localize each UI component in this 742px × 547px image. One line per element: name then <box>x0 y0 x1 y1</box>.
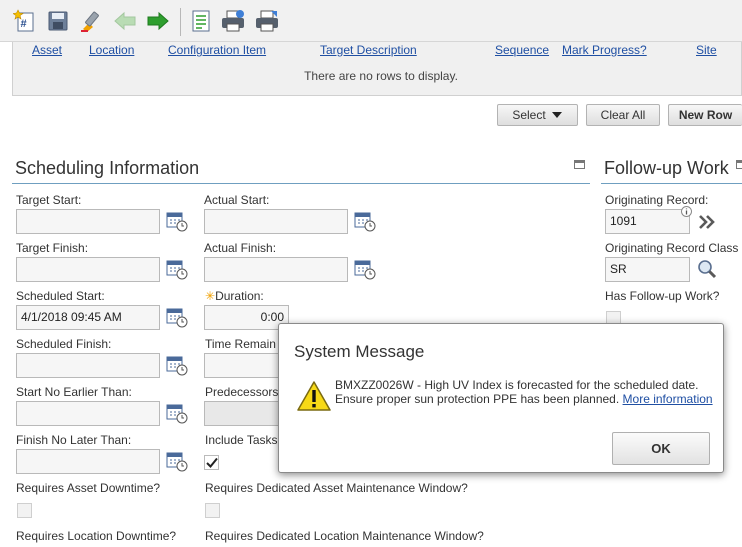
time-remaining-input[interactable] <box>204 353 289 378</box>
svg-text:#: # <box>21 18 27 30</box>
target-start-input[interactable] <box>16 209 160 234</box>
scheduled-start-input[interactable]: 4/1/2018 09:45 AM <box>16 305 160 330</box>
scheduled-finish-input[interactable] <box>16 353 160 378</box>
followup-divider <box>601 183 742 184</box>
requires-location-window-label: Requires Dedicated Location Maintenance … <box>205 529 484 543</box>
calendar-icon[interactable] <box>354 210 376 232</box>
new-row-button[interactable]: New Row <box>668 104 742 126</box>
required-mark: ✳ <box>205 289 216 303</box>
duration-label-text: Duration: <box>215 289 264 303</box>
calendar-icon[interactable] <box>166 450 188 472</box>
calendar-icon[interactable] <box>166 306 188 328</box>
col-header-mark-progress[interactable]: Mark Progress? <box>562 43 647 57</box>
col-header-location[interactable]: Location <box>89 43 134 57</box>
col-header-sequence[interactable]: Sequence <box>495 43 549 57</box>
ok-button[interactable]: OK <box>612 432 710 465</box>
col-header-configuration-item[interactable]: Configuration Item <box>168 43 266 57</box>
calendar-icon[interactable] <box>166 258 188 280</box>
actual-finish-input[interactable] <box>204 257 348 282</box>
toolbar: # <box>0 0 742 42</box>
requires-asset-window-label: Requires Dedicated Asset Maintenance Win… <box>205 481 468 495</box>
target-start-label: Target Start: <box>16 193 82 207</box>
calendar-icon[interactable] <box>354 258 376 280</box>
scheduling-section-title: Scheduling Information <box>15 158 200 178</box>
dialog-title: System Message <box>294 342 425 361</box>
dialog-message: BMXZZ0026W - High UV Index is forecasted… <box>335 378 715 406</box>
originating-class-input[interactable]: SR <box>605 257 690 282</box>
col-header-site[interactable]: Site <box>696 43 717 57</box>
go-to-record-icon[interactable] <box>698 214 716 230</box>
originating-record-input[interactable]: 1091 <box>605 209 690 234</box>
section-divider <box>12 183 590 184</box>
predecessors-input <box>204 401 289 426</box>
select-button-label: Select <box>512 108 546 122</box>
actual-start-input[interactable] <box>204 209 348 234</box>
scheduled-start-label: Scheduled Start: <box>16 289 105 303</box>
start-no-earlier-input[interactable] <box>16 401 160 426</box>
finish-no-later-label: Finish No Later Than: <box>16 433 132 447</box>
col-header-asset[interactable]: Asset <box>32 43 62 57</box>
actual-start-label: Actual Start: <box>204 193 270 207</box>
include-tasks-label: Include Tasks <box>205 433 278 447</box>
has-followup-label: Has Follow-up Work? <box>605 289 720 303</box>
checkmark-icon <box>205 457 218 468</box>
more-information-link[interactable]: More information <box>623 392 713 406</box>
col-header-target-description[interactable]: Target Description <box>320 43 417 57</box>
time-remaining-label: Time Remain <box>205 337 276 351</box>
empty-table-message: There are no rows to display. <box>304 69 458 83</box>
calendar-icon[interactable] <box>166 354 188 376</box>
collapse-section-icon[interactable] <box>574 160 585 169</box>
next-record-icon[interactable] <box>145 8 171 34</box>
predecessors-label: Predecessors <box>205 385 279 399</box>
requires-asset-downtime-label: Requires Asset Downtime? <box>16 481 161 495</box>
view-history-icon[interactable] <box>188 8 214 34</box>
followup-section-title: Follow-up Work <box>604 158 729 178</box>
targets-table: Asset Location Configuration Item Target… <box>12 42 742 96</box>
target-finish-label: Target Finish: <box>16 241 89 255</box>
print-with-attachments-icon[interactable] <box>254 8 280 34</box>
duration-label: ✳Duration: <box>205 289 264 303</box>
toolbar-separator <box>180 8 181 36</box>
include-tasks-checkbox[interactable] <box>204 455 219 470</box>
calendar-icon[interactable] <box>166 402 188 424</box>
finish-no-later-input[interactable] <box>16 449 160 474</box>
save-icon[interactable] <box>45 8 71 34</box>
requires-location-downtime-label: Requires Location Downtime? <box>16 529 177 543</box>
clear-all-button[interactable]: Clear All <box>586 104 660 126</box>
warning-icon <box>297 381 331 411</box>
actual-finish-label: Actual Finish: <box>204 241 277 255</box>
select-button[interactable]: Select <box>497 104 578 126</box>
caret-down-icon <box>551 112 562 118</box>
search-icon[interactable] <box>697 259 717 279</box>
clear-changes-icon[interactable] <box>78 8 104 34</box>
info-icon[interactable] <box>681 206 692 217</box>
calendar-icon[interactable] <box>166 210 188 232</box>
previous-record-icon[interactable] <box>112 8 138 34</box>
requires-asset-downtime-checkbox[interactable] <box>17 503 32 518</box>
originating-record-label: Originating Record: <box>605 193 709 207</box>
print-icon[interactable] <box>220 8 246 34</box>
new-record-icon[interactable]: # <box>12 8 38 34</box>
start-no-earlier-label: Start No Earlier Than: <box>16 385 132 399</box>
target-finish-input[interactable] <box>16 257 160 282</box>
requires-asset-window-checkbox[interactable] <box>205 503 220 518</box>
collapse-followup-icon[interactable] <box>736 160 742 169</box>
originating-class-label: Originating Record Class <box>605 241 739 255</box>
scheduled-finish-label: Scheduled Finish: <box>16 337 112 351</box>
system-message-dialog: System Message BMXZZ0026W - High UV Inde… <box>278 323 724 473</box>
duration-input[interactable]: 0:00 <box>204 305 289 330</box>
